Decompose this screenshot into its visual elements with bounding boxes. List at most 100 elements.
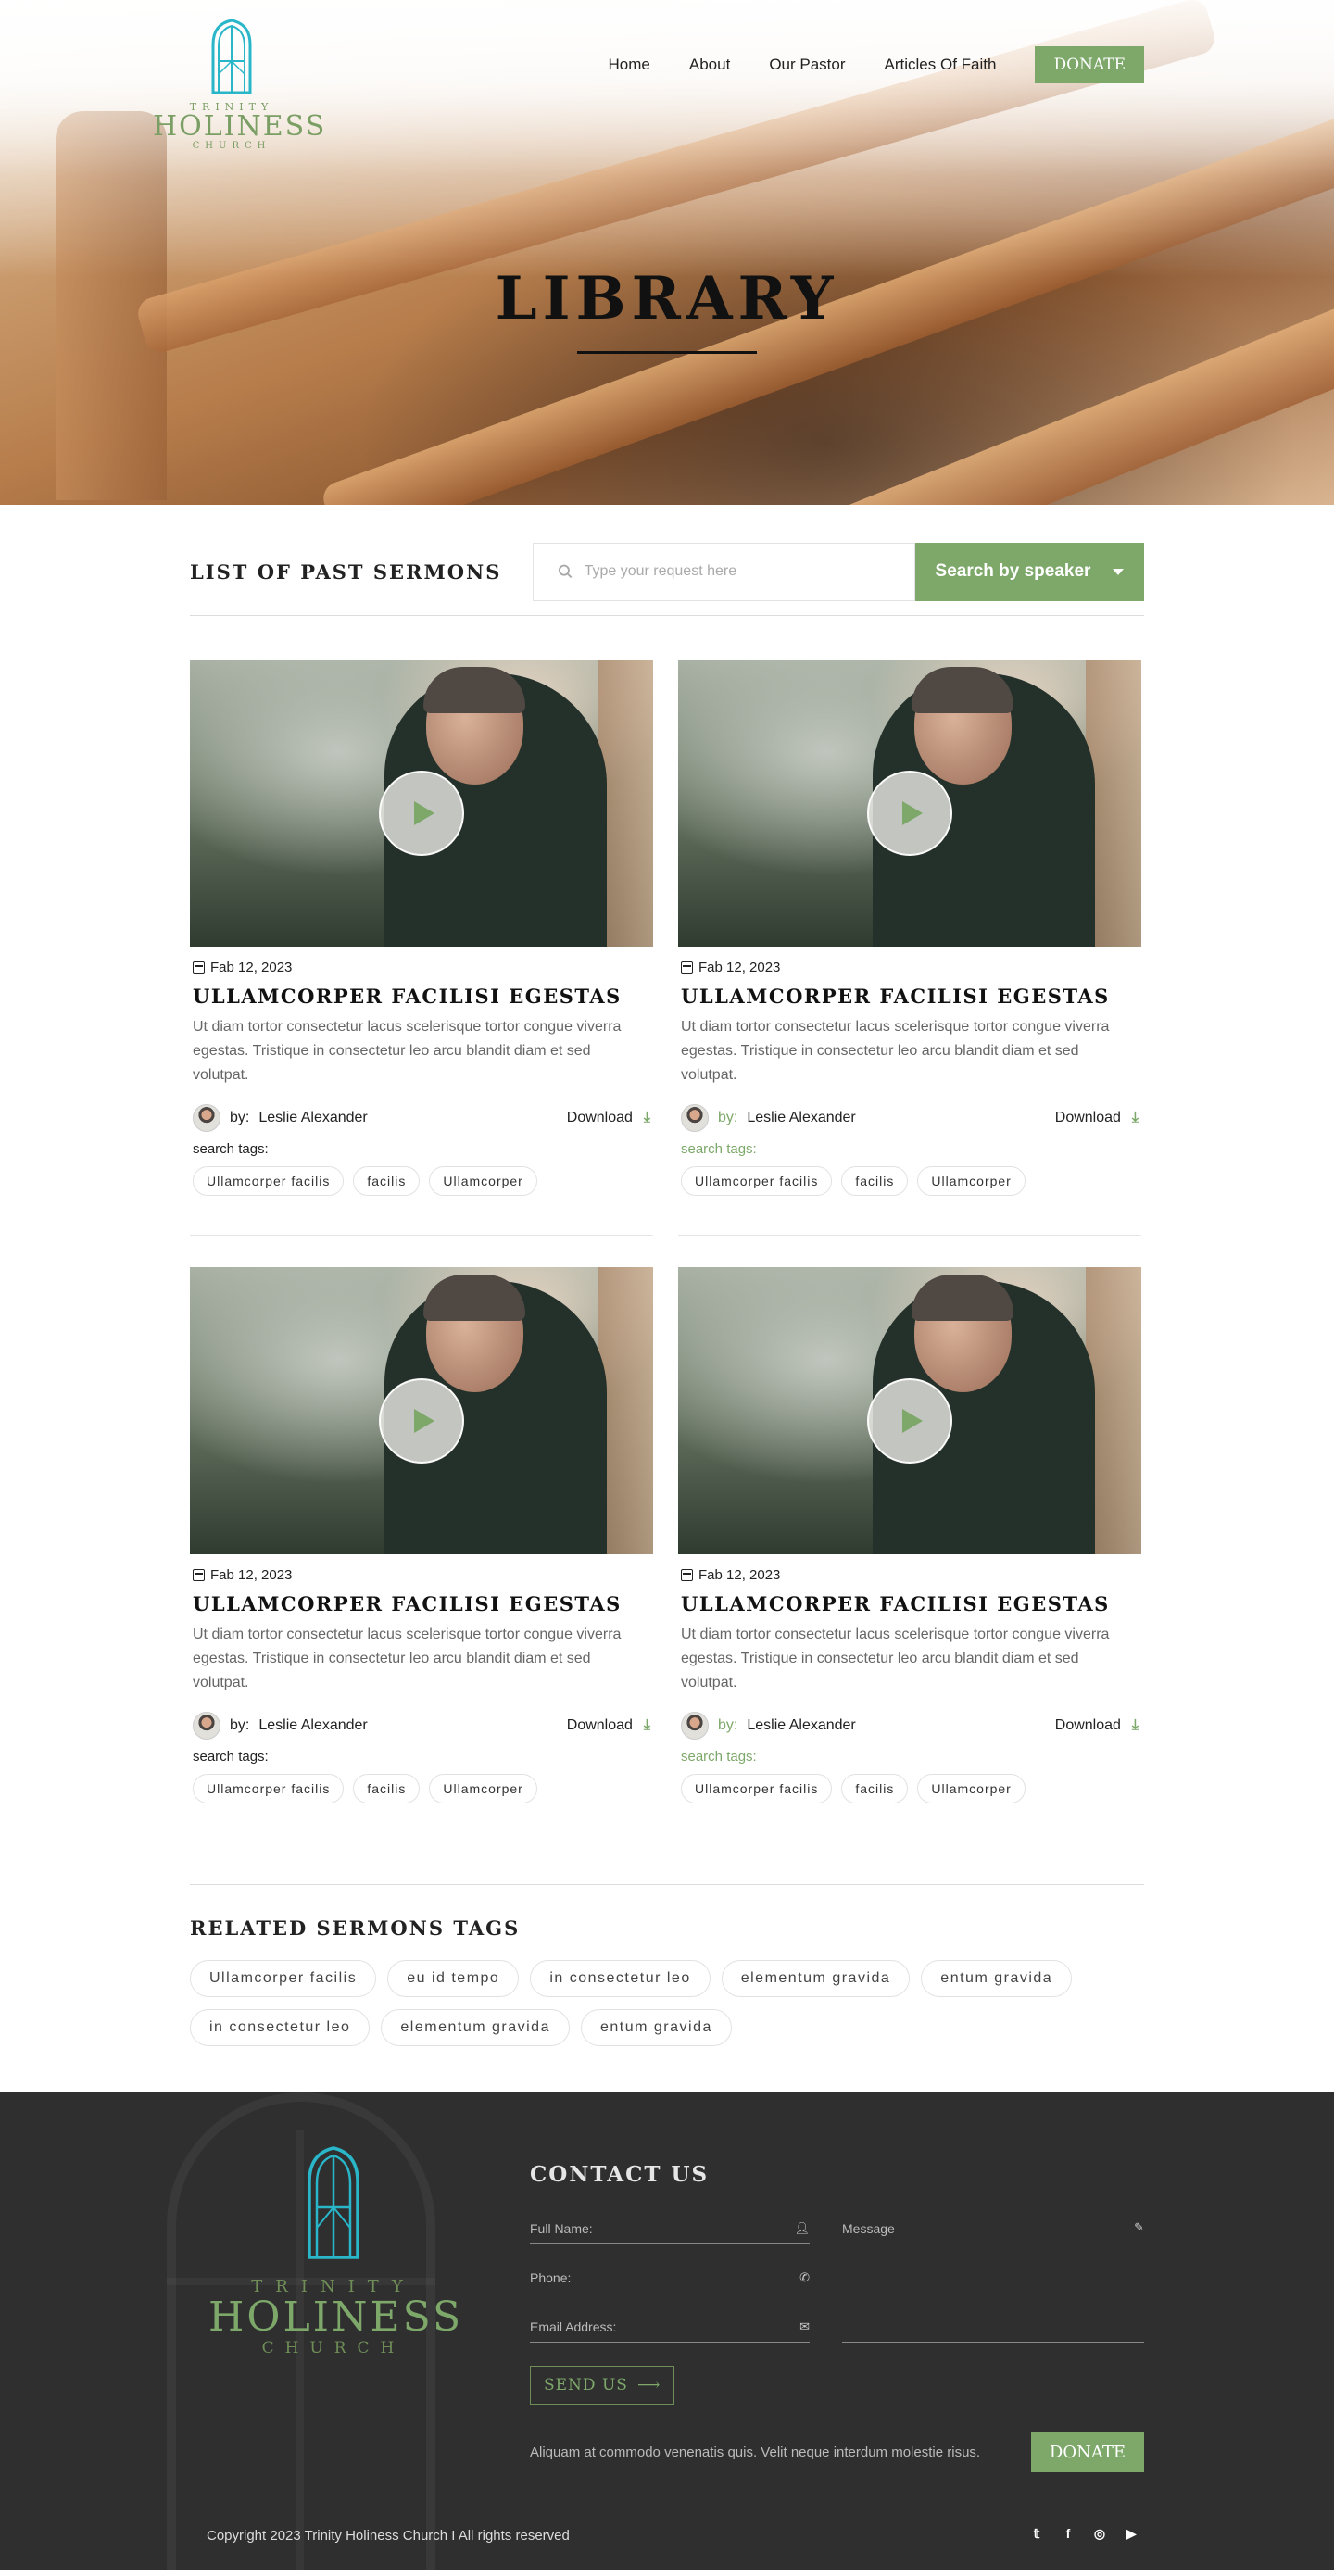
tag-chip[interactable]: Ullamcorper (429, 1166, 537, 1196)
sermon-thumbnail[interactable] (678, 660, 1141, 947)
search-tags-label: search tags: (681, 1141, 757, 1157)
related-tag-chip[interactable]: Ullamcorper facilis (190, 1960, 377, 1997)
sermon-author: by: Leslie Alexander (193, 1104, 368, 1132)
email-field[interactable]: ✉ (530, 2311, 810, 2343)
instagram-icon[interactable]: ◎ (1091, 2525, 1108, 2542)
download-link[interactable]: Download ⤓ (1055, 1110, 1139, 1126)
sermon-title[interactable]: ULLAMCORPER FACILISI EGESTAS (681, 985, 1139, 1008)
donate-button[interactable]: DONATE (1035, 46, 1144, 83)
phone-field[interactable]: ✆ (530, 2262, 810, 2293)
avatar (193, 1712, 220, 1740)
date-text: Fab 12, 2023 (698, 960, 781, 975)
sermon-thumbnail[interactable] (190, 1267, 653, 1554)
footer-donate-button[interactable]: DONATE (1030, 2432, 1144, 2472)
main-nav: Home About Our Pastor Articles Of Faith … (609, 46, 1144, 83)
related-tag-chip[interactable]: in consectetur leo (530, 1960, 711, 1997)
download-icon: ⤓ (643, 1717, 650, 1733)
footer-logo[interactable]: TRINITY HOLINESS CHURCH (208, 2146, 460, 2357)
tag-chip[interactable]: Ullamcorper facilis (193, 1166, 345, 1196)
play-button[interactable] (867, 771, 952, 856)
message-field[interactable]: ✎ (842, 2213, 1144, 2343)
tag-chip[interactable]: Ullamcorper (917, 1166, 1026, 1196)
contact-title: CONTACT US (530, 2162, 710, 2187)
by-label: by: (230, 1110, 250, 1125)
search-input[interactable] (584, 563, 890, 580)
related-tag-chip[interactable]: in consectetur leo (190, 2009, 371, 2046)
pencil-icon: ✎ (1134, 2220, 1144, 2234)
related-tag-chip[interactable]: elementum gravida (381, 2009, 570, 2046)
sermon-date: Fab 12, 2023 (193, 1567, 650, 1583)
by-label: by: (230, 1717, 250, 1733)
mail-icon: ✉ (799, 2318, 810, 2333)
related-tag-chip[interactable]: entum gravida (921, 1960, 1073, 1997)
sermon-tags: Ullamcorper facilis facilis Ullamcorper (193, 1166, 650, 1196)
sermon-description: Ut diam tortor consectetur lacus sceleri… (681, 1019, 1110, 1083)
nav-about[interactable]: About (689, 56, 730, 74)
phone-input[interactable] (530, 2269, 782, 2285)
sermon-author: by: Leslie Alexander (681, 1712, 856, 1740)
search-bar: Search by speaker (533, 542, 1144, 601)
tag-chip[interactable]: facilis (841, 1774, 909, 1803)
by-label: by: (718, 1717, 738, 1733)
message-input[interactable] (842, 2213, 1120, 2342)
tag-chip[interactable]: Ullamcorper (429, 1774, 537, 1803)
tag-chip[interactable]: facilis (353, 1774, 421, 1803)
date-text: Fab 12, 2023 (210, 1567, 293, 1583)
contact-form-section: CONTACT US 👤︎ ✆ ✉ SEND US ⟶ (530, 2162, 1144, 2472)
logo-holiness: HOLINESS (153, 110, 327, 143)
nav-our-pastor[interactable]: Our Pastor (769, 56, 845, 74)
search-field[interactable] (533, 542, 915, 601)
sermon-thumbnail[interactable] (678, 1267, 1141, 1554)
site-logo[interactable]: TRINITY HOLINESS CHURCH (153, 19, 327, 151)
logo-church: CHURCH (261, 2339, 406, 2357)
calendar-icon (193, 961, 205, 974)
play-button[interactable] (867, 1378, 952, 1464)
sermon-title[interactable]: ULLAMCORPER FACILISI EGESTAS (193, 1592, 650, 1615)
download-link[interactable]: Download ⤓ (567, 1110, 650, 1126)
play-button[interactable] (379, 771, 464, 856)
sermon-author: by: Leslie Alexander (681, 1104, 856, 1132)
download-link[interactable]: Download ⤓ (567, 1717, 650, 1734)
twitter-icon[interactable]: 𝕥 (1028, 2525, 1045, 2542)
nav-articles-of-faith[interactable]: Articles Of Faith (885, 56, 997, 74)
facebook-icon[interactable]: f (1060, 2525, 1076, 2542)
tag-chip[interactable]: Ullamcorper facilis (681, 1774, 833, 1803)
church-window-icon (308, 2146, 359, 2259)
sermon-tags: Ullamcorper facilis facilis Ullamcorper (681, 1166, 1139, 1196)
date-text: Fab 12, 2023 (210, 960, 293, 975)
phone-icon: ✆ (799, 2269, 810, 2284)
related-tag-chip[interactable]: eu id tempo (387, 1960, 520, 1997)
tag-chip[interactable]: Ullamcorper (917, 1774, 1026, 1803)
related-tag-chip[interactable]: elementum gravida (721, 1960, 911, 1997)
sermons-grid: Fab 12, 2023 ULLAMCORPER FACILISI EGESTA… (190, 616, 1144, 1875)
youtube-icon[interactable]: ▶ (1123, 2525, 1139, 2542)
tag-chip[interactable]: Ullamcorper facilis (193, 1774, 345, 1803)
sermon-card: Fab 12, 2023 ULLAMCORPER FACILISI EGESTA… (190, 660, 653, 1236)
search-tags-label: search tags: (193, 1749, 269, 1765)
download-link[interactable]: Download ⤓ (1055, 1717, 1139, 1734)
by-label: by: (718, 1110, 738, 1125)
author-name: Leslie Alexander (258, 1110, 368, 1125)
sermon-date: Fab 12, 2023 (681, 1567, 1139, 1583)
email-input[interactable] (530, 2318, 782, 2334)
nav-home[interactable]: Home (609, 56, 650, 74)
play-button[interactable] (379, 1378, 464, 1464)
search-by-speaker-dropdown[interactable]: Search by speaker (915, 542, 1144, 601)
full-name-field[interactable]: 👤︎ (530, 2213, 810, 2244)
play-icon (414, 801, 434, 825)
author-name: Leslie Alexander (258, 1717, 368, 1733)
send-button[interactable]: SEND US ⟶ (530, 2366, 675, 2405)
tag-chip[interactable]: facilis (841, 1166, 909, 1196)
author-name: Leslie Alexander (747, 1110, 856, 1125)
tag-chip[interactable]: Ullamcorper facilis (681, 1166, 833, 1196)
sermon-title[interactable]: ULLAMCORPER FACILISI EGESTAS (193, 985, 650, 1008)
sermon-tags: Ullamcorper facilis facilis Ullamcorper (193, 1774, 650, 1803)
sermon-card-body: Fab 12, 2023 ULLAMCORPER FACILISI EGESTA… (190, 1554, 653, 1803)
date-text: Fab 12, 2023 (698, 1567, 781, 1583)
sermon-title[interactable]: ULLAMCORPER FACILISI EGESTAS (681, 1592, 1139, 1615)
full-name-input[interactable] (530, 2220, 782, 2236)
tag-chip[interactable]: facilis (353, 1166, 421, 1196)
sermon-thumbnail[interactable] (190, 660, 653, 947)
related-tag-chip[interactable]: entum gravida (580, 2009, 732, 2046)
speaker-dropdown-label: Search by speaker (935, 561, 1091, 581)
